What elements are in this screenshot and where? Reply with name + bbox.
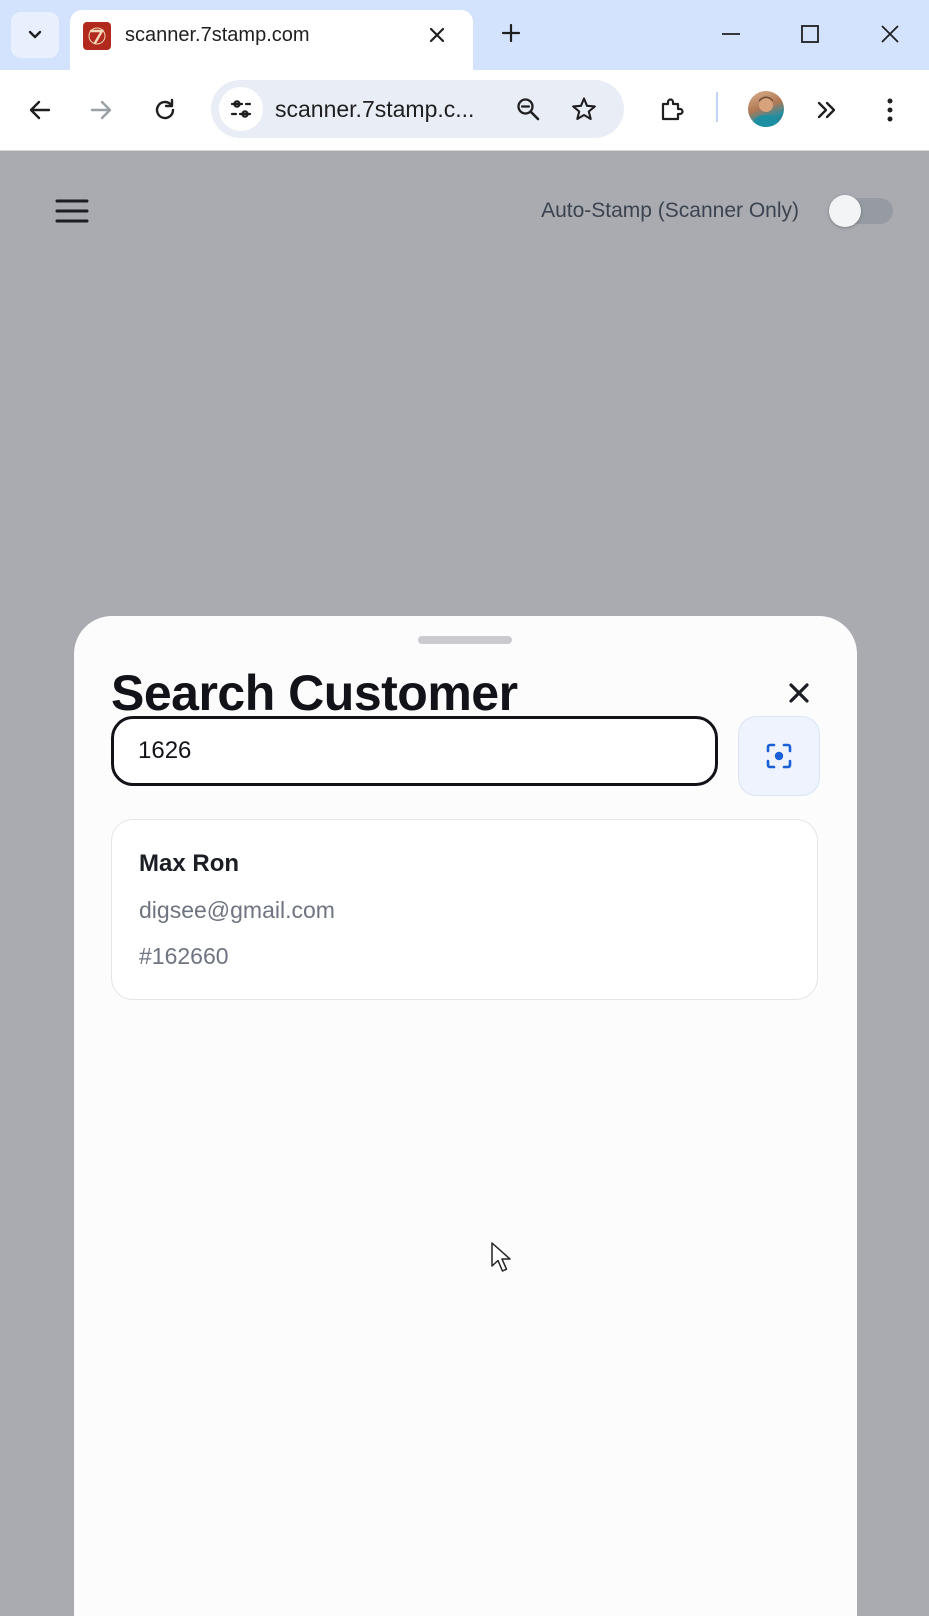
new-tab-button[interactable] [494,16,528,50]
toggle-knob [829,195,861,227]
7stamp-logo-icon [83,22,111,50]
forward-button[interactable] [79,88,123,132]
url-text[interactable]: scanner.7stamp.c... [275,96,474,123]
star-icon [572,97,596,121]
maximize-icon [801,25,819,43]
browser-tabstrip: scanner.7stamp.com [0,0,929,70]
plus-icon [501,23,521,43]
auto-stamp-label: Auto-Stamp (Scanner Only) [541,199,799,222]
double-chevron-icon [817,101,836,119]
sheet-title: Search Customer [111,665,518,721]
toolbar-divider [716,92,718,122]
browser-tab[interactable]: scanner.7stamp.com [70,10,473,70]
menu-button[interactable] [50,189,94,233]
customer-name: Max Ron [139,850,240,877]
close-icon [429,27,445,43]
site-info-button[interactable] [219,87,263,131]
zoom-out-icon [517,98,540,121]
profile-photo-icon [752,96,780,127]
minimize-button[interactable] [711,14,751,54]
browser-menu-button[interactable] [868,88,912,132]
close-icon [789,683,809,703]
reload-button[interactable] [143,88,187,132]
chevron-down-icon [28,30,42,39]
auto-stamp-toggle[interactable] [829,195,893,227]
page-backdrop: Auto-Stamp (Scanner Only) Search Custome… [0,151,929,1616]
mouse-cursor-icon [491,1242,511,1272]
search-customer-sheet: Search Customer Max Ron digsee@gmail.com… [74,616,857,1616]
customer-result-card[interactable]: Max Ron digsee@gmail.com #162660 [111,819,818,1000]
hamburger-icon [55,199,89,223]
back-arrow-icon [29,100,51,120]
bookmark-button[interactable] [565,90,603,128]
kebab-menu-icon [887,98,893,122]
browser-toolbar: scanner.7stamp.c... [0,70,929,151]
customer-id: #162660 [139,943,229,969]
tab-title: scanner.7stamp.com [125,24,310,46]
sheet-drag-handle[interactable] [418,636,512,644]
maximize-button[interactable] [790,14,830,54]
forward-arrow-icon [90,100,112,120]
tune-icon [230,100,252,118]
scan-focus-icon [766,743,792,769]
zoom-button[interactable] [509,90,547,128]
reload-icon [155,98,175,120]
close-icon [881,25,899,43]
close-sheet-button[interactable] [782,676,816,710]
extensions-button[interactable] [650,88,694,132]
back-button[interactable] [18,88,62,132]
tab-search-button[interactable] [11,12,59,58]
scan-button[interactable] [738,716,820,796]
customer-email: digsee@gmail.com [139,897,335,923]
close-window-button[interactable] [870,14,910,54]
address-bar[interactable]: scanner.7stamp.c... [211,80,624,138]
tab-close-button[interactable] [424,22,450,48]
customer-search-input[interactable] [111,716,718,786]
puzzle-icon [661,98,684,121]
avatar[interactable] [748,91,784,127]
more-tools-button[interactable] [805,88,849,132]
minimize-icon [722,33,740,35]
